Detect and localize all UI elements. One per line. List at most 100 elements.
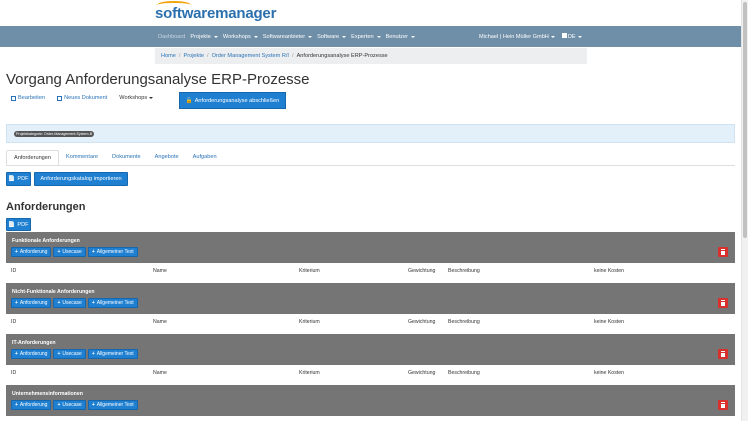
add-requirement-button[interactable]: + Anforderung xyxy=(11,349,52,359)
button-label: Usecase xyxy=(62,351,82,357)
logo[interactable]: softwaremanager xyxy=(155,1,276,22)
nav-item-experten[interactable]: Experten xyxy=(351,34,381,40)
delete-group-button[interactable] xyxy=(718,247,728,257)
column-header[interactable]: keine Kosten xyxy=(594,319,624,325)
tab-angebote[interactable]: Angebote xyxy=(148,150,186,165)
tab-aufgaben[interactable]: Aufgaben xyxy=(186,150,224,165)
scrollbar-thumb[interactable] xyxy=(743,2,747,238)
section-pdf-button[interactable]: 📄 PDF xyxy=(6,218,31,231)
chevron-down-icon xyxy=(253,35,258,38)
trash-icon xyxy=(721,300,725,306)
group-title: Nicht-Funktionale Anforderungen xyxy=(12,289,95,295)
scrollbar[interactable] xyxy=(741,0,748,421)
delete-group-button[interactable] xyxy=(718,298,728,308)
group-buttons: + Anforderung + Usecase + Allgemeiner Text xyxy=(11,400,138,410)
chevron-down-icon xyxy=(550,35,555,38)
column-header[interactable]: Kriterium xyxy=(299,319,320,325)
new-document-link[interactable]: Neues Dokument xyxy=(57,95,107,101)
column-header[interactable]: ID xyxy=(11,268,16,274)
chevron-down-icon xyxy=(376,35,381,38)
file-icon: 📄 xyxy=(8,176,16,182)
button-label: Usecase xyxy=(62,402,82,408)
column-header[interactable]: Name xyxy=(153,268,167,274)
tab-bar: Anforderungen Kommentare Dokumente Angebote… xyxy=(6,150,735,166)
column-header[interactable]: Kriterium xyxy=(299,370,320,376)
nav-item-software[interactable]: Software xyxy=(317,33,347,40)
tab-anforderungen[interactable]: Anforderungen xyxy=(6,150,60,165)
column-header[interactable]: Gewichtung xyxy=(408,319,435,325)
finish-analysis-button[interactable]: 🔓 Anforderungsanalyse abschließen xyxy=(179,92,286,109)
breadcrumb-separator: / xyxy=(292,53,294,59)
breadcrumb-separator: / xyxy=(207,53,209,59)
edit-label: Bearbeiten xyxy=(18,95,46,101)
add-text-button[interactable]: + Allgemeiner Text xyxy=(87,298,138,308)
edit-icon xyxy=(11,95,16,101)
add-requirement-button[interactable]: + Anforderung xyxy=(11,247,52,257)
plus-icon: + xyxy=(91,402,95,408)
column-header[interactable]: ID xyxy=(11,319,16,325)
column-header[interactable]: Beschreibung xyxy=(448,319,480,325)
breadcrumb-project[interactable]: Order Management System R/I xyxy=(212,53,289,59)
add-requirement-button[interactable]: + Anforderung xyxy=(11,400,52,410)
plus-icon: + xyxy=(57,402,61,408)
column-header[interactable]: ID xyxy=(11,370,16,376)
column-header[interactable]: keine Kosten xyxy=(594,268,624,274)
add-text-button[interactable]: + Allgemeiner Text xyxy=(87,400,138,410)
tab-dokumente[interactable]: Dokumente xyxy=(105,150,148,165)
table-header-row: IDNameKriteriumGewichtungBeschreibungkei… xyxy=(6,416,735,421)
column-header[interactable]: Name xyxy=(153,319,167,325)
edit-link[interactable]: Bearbeiten xyxy=(11,95,45,101)
add-text-button[interactable]: + Allgemeiner Text xyxy=(87,349,138,359)
column-header[interactable]: Name xyxy=(153,370,167,376)
column-header[interactable]: Kriterium xyxy=(299,268,320,274)
language-menu[interactable]: DE xyxy=(561,33,582,40)
chevron-down-icon xyxy=(308,35,313,38)
delete-group-button[interactable] xyxy=(718,400,728,410)
group-title: Unternehmensinformationen xyxy=(12,391,83,397)
page-title: Vorgang Anforderungsanalyse ERP-Prozesse xyxy=(6,71,310,88)
nav-item-label: Projekte xyxy=(190,33,211,40)
add-usecase-button[interactable]: + Usecase xyxy=(53,298,86,308)
column-header[interactable]: Gewichtung xyxy=(408,268,435,274)
column-header[interactable]: keine Kosten xyxy=(594,370,624,376)
plus-icon: + xyxy=(57,249,61,255)
group-buttons: + Anforderung + Usecase + Allgemeiner Text xyxy=(11,298,138,308)
main-navbar: Dashboard Projekte Workshops Softwareanbiet… xyxy=(0,26,741,47)
plus-icon: + xyxy=(91,351,95,357)
import-catalog-button[interactable]: Anforderungskatalog importieren xyxy=(34,172,128,186)
user-menu[interactable]: Michael | Hein Müller GmbH xyxy=(479,34,555,40)
nav-item-dashboard[interactable]: Dashboard xyxy=(158,34,185,40)
column-header[interactable]: Gewichtung xyxy=(408,370,435,376)
add-usecase-button[interactable]: + Usecase xyxy=(53,349,86,359)
nav-item-softwareanbieter[interactable]: Softwareanbieter xyxy=(263,34,313,40)
workshops-dropdown[interactable]: Workshops xyxy=(119,95,154,101)
breadcrumb-projects[interactable]: Projekte xyxy=(183,53,204,59)
nav-right: Michael | Hein Müller GmbH DE xyxy=(479,26,582,47)
requirement-group: Funktionale Anforderungen + Anforderung + Us… xyxy=(6,232,735,263)
nav-item-benutzer[interactable]: Benutzer xyxy=(386,34,415,40)
plus-icon: + xyxy=(57,351,61,357)
nav-item-projekte[interactable]: Projekte xyxy=(190,34,218,40)
category-badge: Projektkategorie: Order-Management-Syste… xyxy=(14,131,95,137)
delete-group-button[interactable] xyxy=(718,349,728,359)
language-label: DE xyxy=(567,34,576,40)
add-text-button[interactable]: + Allgemeiner Text xyxy=(87,247,138,257)
action-bar: Bearbeiten Neues Dokument Workshops xyxy=(11,95,177,101)
flag-icon xyxy=(561,33,567,38)
plus-icon: + xyxy=(15,351,18,357)
column-header[interactable]: Beschreibung xyxy=(448,268,480,274)
nav-item-label: Software xyxy=(317,33,340,40)
column-header[interactable]: Beschreibung xyxy=(448,370,480,376)
nav-item-label: Dashboard xyxy=(158,33,186,40)
import-catalog-label: Anforderungskatalog importieren xyxy=(40,176,122,182)
nav-item-workshops[interactable]: Workshops xyxy=(223,34,258,40)
pdf-button[interactable]: 📄 PDF xyxy=(6,172,31,186)
button-label: Usecase xyxy=(62,249,82,255)
add-usecase-button[interactable]: + Usecase xyxy=(53,400,86,410)
breadcrumb-home[interactable]: Home xyxy=(161,53,176,59)
tab-kommentare[interactable]: Kommentare xyxy=(59,150,105,165)
nav-item-label: Benutzer xyxy=(385,33,408,40)
info-box: Projektkategorie: Order-Management-Syste… xyxy=(6,124,735,143)
add-usecase-button[interactable]: + Usecase xyxy=(53,247,86,257)
add-requirement-button[interactable]: + Anforderung xyxy=(11,298,52,308)
